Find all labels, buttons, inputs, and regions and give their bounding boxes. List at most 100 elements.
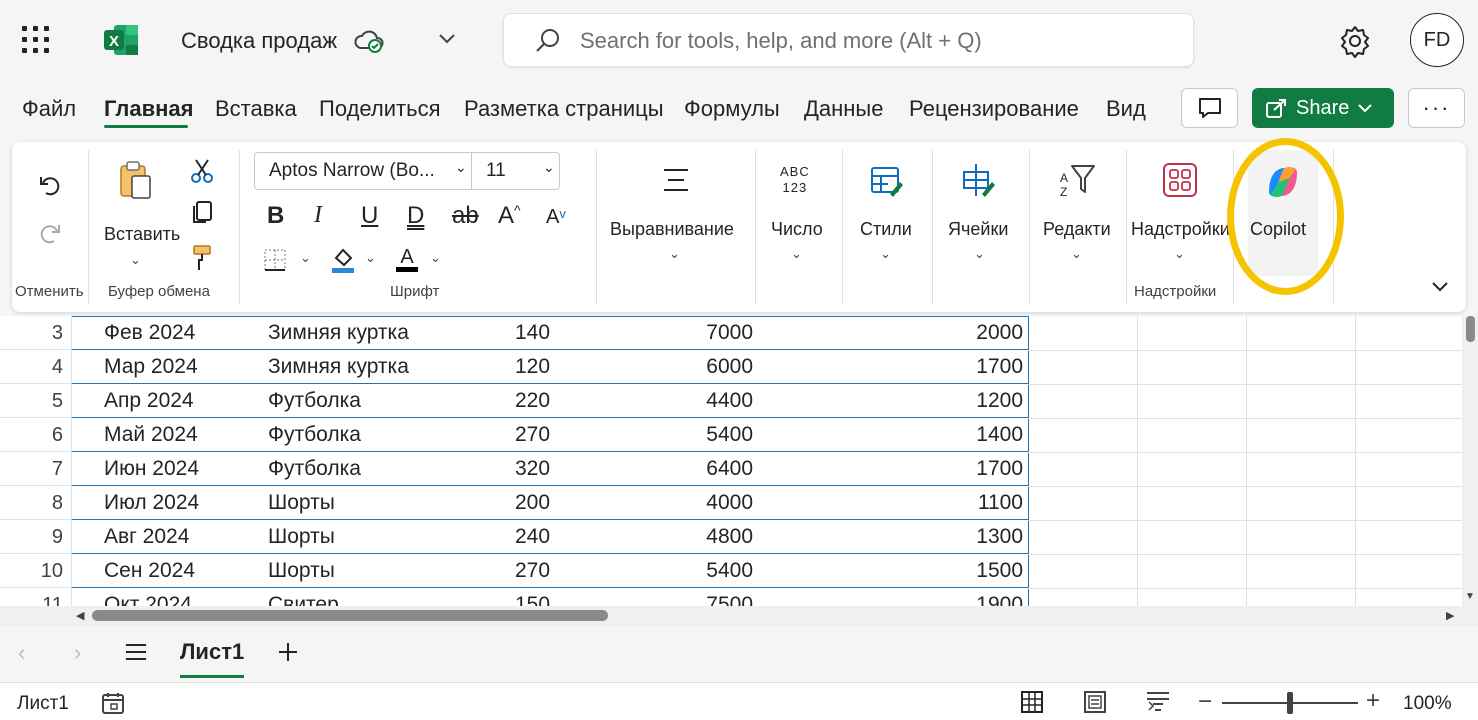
tab-view[interactable]: Вид <box>1106 96 1146 122</box>
app-launcher-icon[interactable] <box>22 26 54 54</box>
cells-chevron-icon[interactable]: ⌄ <box>974 246 985 262</box>
cell-revenue[interactable]: 7500 <box>600 588 753 606</box>
row-header[interactable]: 5 <box>0 384 72 418</box>
cell-month[interactable]: Окт 2024 <box>104 588 264 606</box>
styles-label[interactable]: Стили <box>860 219 912 240</box>
cell-product[interactable]: Зимняя куртка <box>268 350 498 384</box>
cell-cost[interactable]: 1300 <box>870 520 1023 554</box>
title-chevron-down-icon[interactable] <box>437 31 457 50</box>
cell-product[interactable]: Шорты <box>268 554 498 588</box>
number-chevron-icon[interactable]: ⌄ <box>791 246 802 262</box>
tab-page-layout[interactable]: Разметка страницы <box>464 96 664 122</box>
cell-product[interactable]: Свитер <box>268 588 498 606</box>
page-layout-view-icon[interactable] <box>1083 690 1107 719</box>
document-title[interactable]: Сводка продаж <box>181 28 337 54</box>
all-sheets-menu-icon[interactable] <box>124 642 148 667</box>
cell-revenue[interactable]: 4800 <box>600 520 753 554</box>
settings-gear-icon[interactable] <box>1338 24 1372 63</box>
editing-icon[interactable]: AZ <box>1058 162 1096 205</box>
fill-color-chevron-icon[interactable]: ⌄ <box>365 250 376 266</box>
user-avatar[interactable]: FD <box>1410 13 1464 67</box>
cell-revenue[interactable]: 4000 <box>600 486 753 520</box>
row-header[interactable]: 6 <box>0 418 72 452</box>
cell-month[interactable]: Мар 2024 <box>104 350 264 384</box>
comments-button[interactable] <box>1181 88 1238 128</box>
tab-formulas[interactable]: Формулы <box>684 96 780 122</box>
cell-month[interactable]: Фев 2024 <box>104 316 264 350</box>
zoom-in-icon[interactable]: + <box>1366 687 1380 715</box>
cell-revenue[interactable]: 5400 <box>600 418 753 452</box>
cell-product[interactable]: Шорты <box>268 486 498 520</box>
cell-cost[interactable]: 1900 <box>870 588 1023 606</box>
addins-icon[interactable] <box>1162 162 1198 203</box>
share-button[interactable]: Share <box>1252 88 1394 128</box>
font-selector[interactable]: Aptos Narrow (Bo... ⌄ 11 ⌄ <box>254 152 560 190</box>
tab-file[interactable]: Файл <box>22 96 76 122</box>
next-sheet-chevron-icon[interactable]: › <box>74 640 81 666</box>
normal-view-grid-icon[interactable] <box>1020 690 1044 719</box>
vertical-scroll-thumb[interactable] <box>1466 316 1475 342</box>
scroll-left-arrow-icon[interactable]: ◀ <box>76 609 84 622</box>
cell-month[interactable]: Авг 2024 <box>104 520 264 554</box>
row-header[interactable]: 7 <box>0 452 72 486</box>
cell-cost[interactable]: 1100 <box>870 486 1023 520</box>
cell-revenue[interactable]: 6400 <box>600 452 753 486</box>
increase-font-size-icon[interactable]: A^ <box>498 202 521 230</box>
fill-color-icon[interactable] <box>330 246 356 279</box>
row-header[interactable]: 10 <box>0 554 72 588</box>
scroll-right-arrow-icon[interactable]: ▶ <box>1446 609 1454 622</box>
editing-label[interactable]: Редакти <box>1043 219 1111 240</box>
decrease-font-size-icon[interactable]: Av <box>546 206 566 229</box>
prev-sheet-chevron-icon[interactable]: ‹ <box>18 640 25 666</box>
addins-chevron-icon[interactable]: ⌄ <box>1174 246 1185 262</box>
tab-share[interactable]: Поделиться <box>319 96 440 122</box>
tab-home[interactable]: Главная <box>104 96 193 122</box>
tab-review[interactable]: Рецензирование <box>909 96 1079 122</box>
redo-icon[interactable] <box>38 222 62 251</box>
cell-product[interactable]: Футболка <box>268 452 498 486</box>
cell-month[interactable]: Июн 2024 <box>104 452 264 486</box>
format-painter-icon[interactable] <box>190 244 214 277</box>
row-header[interactable]: 3 <box>0 316 72 350</box>
row-header[interactable]: 8 <box>0 486 72 520</box>
borders-icon[interactable] <box>263 248 287 277</box>
double-underline-icon[interactable]: D <box>407 202 424 230</box>
font-size[interactable]: 11 <box>486 160 506 182</box>
cells-icon[interactable] <box>962 162 996 203</box>
ribbon-expand-chevron-icon[interactable] <box>1430 280 1450 299</box>
alignment-label[interactable]: Выравнивание <box>610 219 734 240</box>
font-color-chevron-icon[interactable]: ⌄ <box>430 250 441 266</box>
horizontal-scrollbar[interactable]: ◀ ▶ <box>0 606 1478 626</box>
zoom-slider-thumb[interactable] <box>1287 692 1293 714</box>
search-box[interactable]: Search for tools, help, and more (Alt + … <box>503 13 1194 67</box>
cloud-saved-icon[interactable] <box>353 28 385 59</box>
cell-product[interactable]: Зимняя куртка <box>268 316 498 350</box>
more-options-button[interactable]: ··· <box>1408 88 1465 128</box>
cell-revenue[interactable]: 6000 <box>600 350 753 384</box>
cell-month[interactable]: Сен 2024 <box>104 554 264 588</box>
cell-cost[interactable]: 1700 <box>870 452 1023 486</box>
paste-icon[interactable] <box>118 160 154 205</box>
vertical-scrollbar[interactable]: ▼ <box>1462 316 1478 606</box>
cell-cost[interactable]: 2000 <box>870 316 1023 350</box>
alignment-icon[interactable] <box>660 166 692 199</box>
italic-icon[interactable]: I <box>314 202 322 229</box>
number-icon[interactable]: ABC 123 <box>780 164 810 196</box>
strikethrough-icon[interactable]: ab <box>452 202 479 230</box>
cell-product[interactable]: Шорты <box>268 520 498 554</box>
cell-revenue[interactable]: 7000 <box>600 316 753 350</box>
scroll-down-arrow-icon[interactable]: ▼ <box>1465 591 1475 602</box>
zoom-out-icon[interactable]: − <box>1198 688 1212 716</box>
cells-label[interactable]: Ячейки <box>948 219 1008 240</box>
styles-chevron-icon[interactable]: ⌄ <box>880 246 891 262</box>
borders-chevron-icon[interactable]: ⌄ <box>300 250 311 266</box>
row-header[interactable]: 9 <box>0 520 72 554</box>
tab-data[interactable]: Данные <box>804 96 883 122</box>
cell-product[interactable]: Футболка <box>268 384 498 418</box>
zoom-level[interactable]: 100% <box>1403 693 1452 715</box>
undo-icon[interactable] <box>38 174 62 203</box>
sheet-tab-active[interactable]: Лист1 <box>180 639 244 665</box>
cell-cost[interactable]: 1400 <box>870 418 1023 452</box>
cell-month[interactable]: Апр 2024 <box>104 384 264 418</box>
paste-chevron-icon[interactable]: ⌄ <box>130 252 141 268</box>
